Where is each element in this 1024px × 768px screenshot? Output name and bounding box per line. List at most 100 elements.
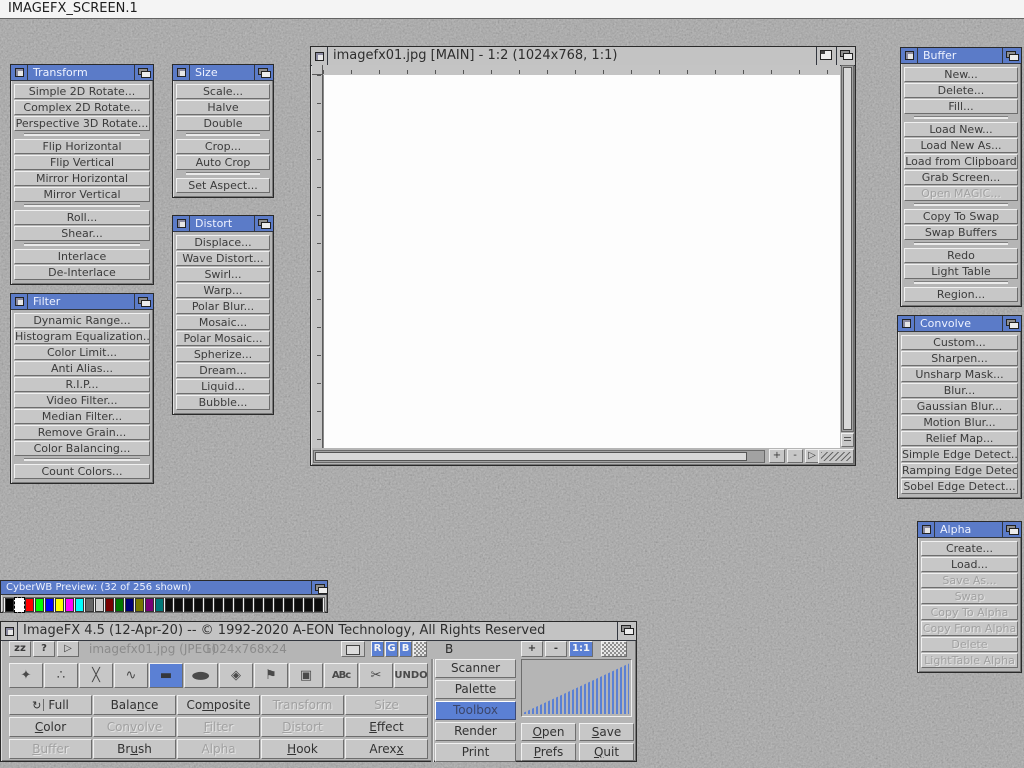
close-icon[interactable] [11, 294, 28, 309]
text-tool[interactable]: ABc [324, 663, 358, 688]
color-swatch[interactable] [115, 598, 124, 612]
color-swatch[interactable] [194, 598, 203, 612]
remove-grain-button[interactable]: Remove Grain... [14, 425, 150, 440]
palette-preview-title-bar[interactable]: CyberWB Preview: (32 of 256 shown) [1, 581, 327, 595]
color-balancing-button[interactable]: Color Balancing... [14, 441, 150, 456]
color-swatch[interactable] [184, 598, 193, 612]
new-button[interactable]: New... [904, 67, 1018, 82]
transform-title-bar[interactable]: Transform [11, 65, 153, 81]
quit-button[interactable]: Quit [579, 743, 634, 761]
load-from-clipboard-button[interactable]: Load from Clipboard [904, 154, 1018, 169]
buffer-title-bar[interactable]: Buffer [901, 48, 1021, 64]
simple-2d-rotate-button[interactable]: Simple 2D Rotate... [14, 84, 150, 99]
screen-pattern-icon[interactable] [601, 641, 627, 657]
scissors-tool[interactable]: ✂ [359, 663, 393, 688]
channel-green-button[interactable]: G [385, 641, 398, 657]
window-depth-icon[interactable] [1002, 48, 1021, 63]
sharpen-button[interactable]: Sharpen... [901, 351, 1018, 366]
window-depth-icon[interactable] [617, 622, 636, 640]
arexx-button[interactable]: Arexx [345, 739, 428, 759]
polar-blur-button[interactable]: Polar Blur... [176, 299, 270, 314]
size-title-bar[interactable]: Size [173, 65, 273, 81]
close-icon[interactable] [11, 65, 28, 80]
motion-blur-button[interactable]: Motion Blur... [901, 415, 1018, 430]
effect-button[interactable]: Effect [345, 717, 428, 737]
clone-tool[interactable]: ▣ [289, 663, 323, 688]
size-button[interactable]: Size [345, 695, 428, 715]
color-swatch[interactable] [5, 598, 14, 612]
image-window-title-bar[interactable]: imagefx01.jpg [MAIN] - 1:2 (1024x768, 1:… [311, 47, 855, 66]
close-icon[interactable] [311, 47, 328, 65]
curve-tool[interactable]: ∿ [114, 663, 148, 688]
image-canvas[interactable] [323, 75, 840, 448]
transform-button[interactable]: Transform [261, 695, 344, 715]
auto-crop-button[interactable]: Auto Crop [176, 155, 270, 170]
r-i-p-button[interactable]: R.I.P... [14, 377, 150, 392]
scale-button[interactable]: Scale... [176, 84, 270, 99]
color-swatch[interactable] [85, 598, 94, 612]
dither-pattern-icon[interactable] [413, 641, 427, 657]
sleep-button[interactable]: zz [9, 641, 31, 657]
perspective-3d-rotate-button[interactable]: Perspective 3D Rotate... [14, 116, 150, 131]
window-zoom-icon[interactable] [816, 47, 836, 65]
polygon-tool[interactable]: ◈ [219, 663, 253, 688]
window-depth-icon[interactable] [1002, 522, 1021, 537]
close-icon[interactable] [173, 216, 190, 231]
color-swatch[interactable] [125, 598, 134, 612]
load-new-as-button[interactable]: Load New As... [904, 138, 1018, 153]
region-button[interactable]: Region... [904, 287, 1018, 302]
window-depth-icon[interactable] [836, 47, 855, 65]
unsharp-mask-button[interactable]: Unsharp Mask... [901, 367, 1018, 382]
swirl-button[interactable]: Swirl... [176, 267, 270, 282]
delete-button[interactable]: Delete... [904, 83, 1018, 98]
undo-button[interactable]: UNDO [394, 663, 428, 688]
print-button[interactable]: Print [435, 743, 516, 762]
gaussian-blur-button[interactable]: Gaussian Blur... [901, 399, 1018, 414]
wave-distort-button[interactable]: Wave Distort... [176, 251, 270, 266]
color-button[interactable]: Color [9, 717, 92, 737]
window-depth-icon[interactable] [1002, 316, 1021, 331]
composite-button[interactable]: Composite [177, 695, 260, 715]
close-icon[interactable] [1, 622, 18, 640]
roll-button[interactable]: Roll... [14, 210, 150, 225]
toolbox-button[interactable]: Toolbox [435, 701, 516, 720]
color-swatch[interactable] [135, 598, 144, 612]
color-swatch[interactable] [284, 598, 293, 612]
liquid-button[interactable]: Liquid... [176, 379, 270, 394]
canvas-zoom-in-button[interactable]: + [769, 449, 785, 463]
convolve-title-bar[interactable]: Convolve [898, 316, 1021, 332]
anti-alias-button[interactable]: Anti Alias... [14, 361, 150, 376]
flip-horizontal-button[interactable]: Flip Horizontal [14, 139, 150, 154]
color-swatch[interactable] [304, 598, 313, 612]
ruler-toggle-button[interactable] [841, 433, 854, 447]
zoom-in-button[interactable]: + [521, 641, 543, 657]
scanner-button[interactable]: Scanner [435, 659, 516, 678]
open-button[interactable]: Open [521, 723, 576, 741]
flip-vertical-button[interactable]: Flip Vertical [14, 155, 150, 170]
close-icon[interactable] [901, 48, 918, 63]
halve-button[interactable]: Halve [176, 100, 270, 115]
color-swatch[interactable] [35, 598, 44, 612]
resize-gadget[interactable] [818, 449, 854, 464]
screen-title-bar[interactable]: IMAGEFX_SCREEN.1 [0, 0, 1024, 19]
color-swatch[interactable] [264, 598, 273, 612]
color-swatch[interactable] [25, 598, 34, 612]
channel-blue-button[interactable]: B [399, 641, 412, 657]
fill-button[interactable]: Fill... [904, 99, 1018, 114]
window-depth-icon[interactable] [254, 65, 273, 80]
color-swatch[interactable] [95, 598, 104, 612]
color-swatch[interactable] [174, 598, 183, 612]
mirror-horizontal-button[interactable]: Mirror Horizontal [14, 171, 150, 186]
light-table-button[interactable]: Light Table [904, 264, 1018, 279]
color-swatch[interactable] [224, 598, 233, 612]
color-swatch[interactable] [314, 598, 323, 612]
line-tool[interactable]: ╳ [79, 663, 113, 688]
color-swatch[interactable] [214, 598, 223, 612]
pan-icon[interactable]: ▷ [805, 449, 819, 463]
window-depth-icon[interactable] [254, 216, 273, 231]
point-tool[interactable]: ✦ [9, 663, 43, 688]
blur-button[interactable]: Blur... [901, 383, 1018, 398]
color-swatch[interactable] [65, 598, 74, 612]
save-button[interactable]: Save [579, 723, 634, 741]
full-button[interactable]: ↻Full [9, 695, 92, 715]
